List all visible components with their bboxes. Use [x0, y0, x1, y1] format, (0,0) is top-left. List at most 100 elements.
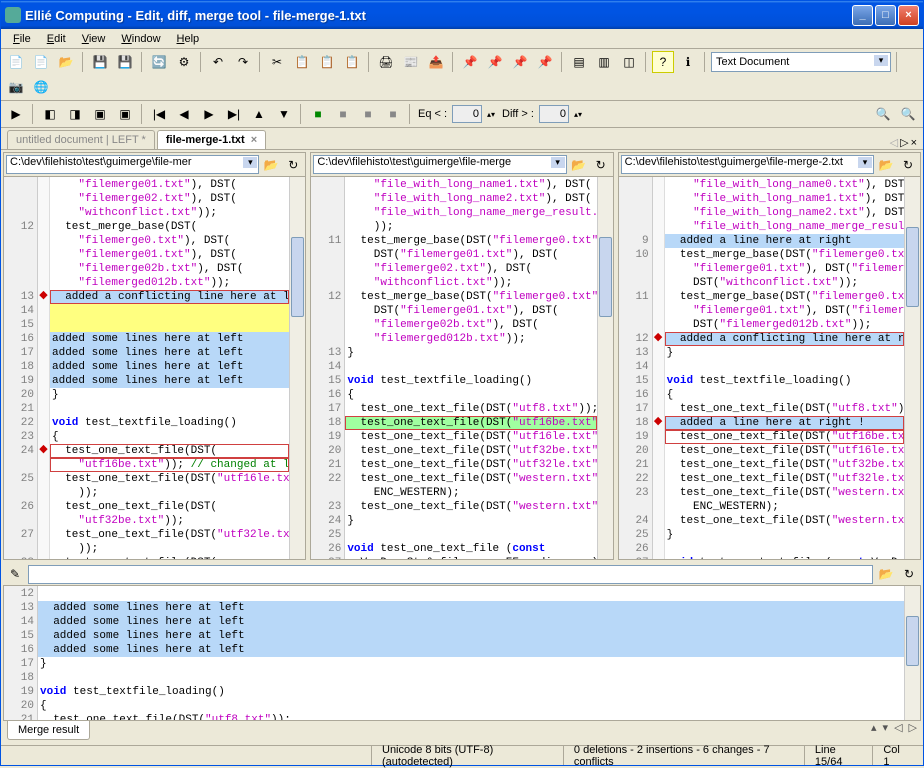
merge-nav-up-icon[interactable]: ▴ — [871, 721, 877, 734]
eq-label: Eq < : — [418, 108, 447, 120]
menu-view[interactable]: View — [74, 31, 114, 47]
merge-reload-icon[interactable]: ↻ — [899, 564, 919, 584]
save-icon[interactable]: 💾 — [89, 51, 111, 73]
nav-up-icon[interactable]: ▲ — [248, 103, 270, 125]
eq-input[interactable] — [452, 105, 482, 123]
tab-file-merge-1[interactable]: file-merge-1.txt× — [157, 130, 266, 149]
snapshot-icon[interactable]: 📷 — [5, 76, 27, 98]
app-icon — [5, 7, 21, 23]
help-icon[interactable]: ? — [652, 51, 674, 73]
status-bar: Unicode 8 bits (UTF-8) (autodetected) 0 … — [1, 745, 923, 765]
diff-input[interactable] — [539, 105, 569, 123]
status-line: Line 15/64 — [804, 746, 872, 765]
open-left-icon[interactable]: 📂 — [261, 155, 281, 175]
bookmark-icon[interactable]: 📌 — [459, 51, 481, 73]
path-right[interactable]: C:\dev\filehisto\test\guimerge\file-merg… — [621, 155, 874, 174]
tab-nav-left-icon[interactable]: ◁ — [890, 136, 898, 149]
bookmark-next-icon[interactable]: 📌 — [509, 51, 531, 73]
new-icon[interactable]: 📄 — [5, 51, 27, 73]
color2-icon[interactable]: ■ — [332, 103, 354, 125]
bookmark-clear-icon[interactable]: 📌 — [534, 51, 556, 73]
copy-icon[interactable]: 📋 — [291, 51, 313, 73]
close-button[interactable]: × — [898, 5, 919, 26]
export-icon[interactable]: 📤 — [425, 51, 447, 73]
diff4-icon[interactable]: ▣ — [114, 103, 136, 125]
saveall-icon[interactable]: 💾 — [114, 51, 136, 73]
print-icon[interactable]: 🖨 — [375, 51, 397, 73]
tab-untitled[interactable]: untitled document | LEFT * — [7, 130, 155, 149]
code-merge[interactable]: added some lines here at left added some… — [38, 586, 904, 720]
refresh-icon[interactable]: 🔄 — [148, 51, 170, 73]
layout1-icon[interactable]: ▤ — [568, 51, 590, 73]
nav-prev-icon[interactable]: ◀ — [173, 103, 195, 125]
tab-close-all-icon[interactable]: × — [911, 137, 917, 149]
color3-icon[interactable]: ■ — [357, 103, 379, 125]
diff3-icon[interactable]: ▣ — [89, 103, 111, 125]
menu-file[interactable]: File — [5, 31, 39, 47]
diff2-icon[interactable]: ◨ — [64, 103, 86, 125]
scrollbar-middle[interactable] — [597, 177, 613, 559]
markers-left: ◆◆ — [38, 177, 50, 559]
path-middle[interactable]: C:\dev\filehisto\test\guimerge\file-merg… — [313, 155, 566, 174]
markers-right: ◆◆ — [653, 177, 665, 559]
diff-spinner[interactable]: ▴▾ — [572, 103, 584, 125]
scrollbar-merge[interactable] — [904, 586, 920, 720]
merge-path-input[interactable] — [28, 565, 873, 584]
globe-icon[interactable]: 🌐 — [30, 76, 52, 98]
scrollbar-right[interactable] — [904, 177, 920, 559]
layout2-icon[interactable]: ▥ — [593, 51, 615, 73]
code-middle[interactable]: "file_with_long_name1.txt"), DST( "file_… — [345, 177, 596, 559]
nav-down-icon[interactable]: ▼ — [273, 103, 295, 125]
redo-icon[interactable]: ↷ — [232, 51, 254, 73]
pane-right: C:\dev\filehisto\test\guimerge\file-merg… — [618, 152, 921, 560]
pane-middle: C:\dev\filehisto\test\guimerge\file-merg… — [310, 152, 613, 560]
zoom-in-icon[interactable]: 🔍 — [872, 103, 894, 125]
merge-nav-prev-icon[interactable]: ◁ — [894, 721, 902, 734]
workspace: C:\dev\filehisto\test\guimerge\file-mer … — [1, 150, 923, 745]
run-icon[interactable]: ▶ — [5, 103, 27, 125]
status-col: Col 1 — [872, 746, 917, 765]
merge-open-icon[interactable]: 📂 — [876, 564, 896, 584]
merge-nav-down-icon[interactable]: ▾ — [883, 721, 889, 734]
maximize-button[interactable]: □ — [875, 5, 896, 26]
tab-nav-right-icon[interactable]: ▷ — [900, 136, 908, 149]
about-icon[interactable]: ℹ — [677, 51, 699, 73]
new2-icon[interactable]: 📄 — [30, 51, 52, 73]
settings-icon[interactable]: ⚙ — [173, 51, 195, 73]
preview-icon[interactable]: 📰 — [400, 51, 422, 73]
eq-spinner[interactable]: ▴▾ — [485, 103, 497, 125]
code-left[interactable]: "filemerge01.txt"), DST( "filemerge02.tx… — [50, 177, 289, 559]
diff1-icon[interactable]: ◧ — [39, 103, 61, 125]
open-middle-icon[interactable]: 📂 — [569, 155, 589, 175]
minimize-button[interactable]: _ — [852, 5, 873, 26]
reload-left-icon[interactable]: ↻ — [283, 155, 303, 175]
paste-icon[interactable]: 📋 — [316, 51, 338, 73]
nav-last-icon[interactable]: ▶| — [223, 103, 245, 125]
paste2-icon[interactable]: 📋 — [341, 51, 363, 73]
nav-next-icon[interactable]: ▶ — [198, 103, 220, 125]
merge-edit-icon[interactable]: ✎ — [5, 564, 25, 584]
bookmark-prev-icon[interactable]: 📌 — [484, 51, 506, 73]
menu-edit[interactable]: Edit — [39, 31, 74, 47]
path-left[interactable]: C:\dev\filehisto\test\guimerge\file-mer — [6, 155, 259, 174]
layout3-icon[interactable]: ◫ — [618, 51, 640, 73]
open-right-icon[interactable]: 📂 — [876, 155, 896, 175]
code-right[interactable]: "file_with_long_name0.txt"), DST( "file_… — [665, 177, 904, 559]
tab-close-icon[interactable]: × — [251, 134, 257, 146]
doc-type-select[interactable]: Text Document — [711, 52, 891, 72]
scrollbar-left[interactable] — [289, 177, 305, 559]
undo-icon[interactable]: ↶ — [207, 51, 229, 73]
menu-window[interactable]: Window — [113, 31, 168, 47]
nav-first-icon[interactable]: |◀ — [148, 103, 170, 125]
open-icon[interactable]: 📂 — [55, 51, 77, 73]
merge-result-tab[interactable]: Merge result — [7, 721, 90, 740]
merge-nav-next-icon[interactable]: ▷ — [909, 721, 917, 734]
color4-icon[interactable]: ■ — [382, 103, 404, 125]
color1-icon[interactable]: ■ — [307, 103, 329, 125]
cut-icon[interactable]: ✂ — [266, 51, 288, 73]
reload-middle-icon[interactable]: ↻ — [591, 155, 611, 175]
reload-right-icon[interactable]: ↻ — [898, 155, 918, 175]
menu-help[interactable]: Help — [169, 31, 208, 47]
zoom-out-icon[interactable]: 🔍 — [897, 103, 919, 125]
status-changes: 0 deletions - 2 insertions - 6 changes -… — [563, 746, 804, 765]
